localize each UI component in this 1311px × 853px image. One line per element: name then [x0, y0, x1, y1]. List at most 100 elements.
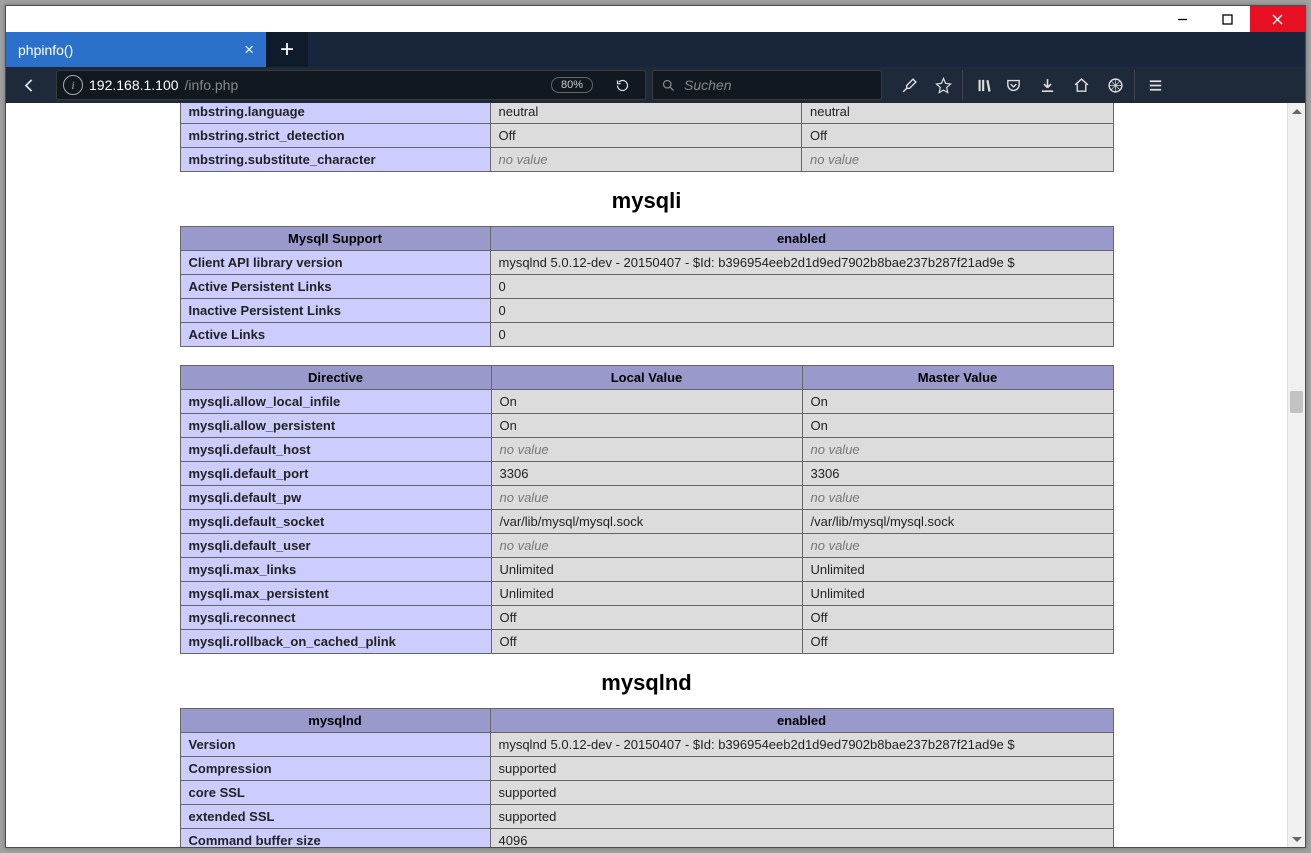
row-value: mysqlnd 5.0.12-dev - 20150407 - $Id: b39… — [490, 733, 1113, 757]
row-value: 0 — [490, 275, 1113, 299]
back-button[interactable] — [12, 70, 46, 100]
row-value: 4096 — [490, 829, 1113, 848]
table-row: mysqli.max_persistentUnlimitedUnlimited — [180, 582, 1113, 606]
directive-name: mysqli.rollback_on_cached_plink — [180, 630, 491, 654]
directive-name: mysqli.allow_local_infile — [180, 390, 491, 414]
close-button[interactable] — [1250, 6, 1305, 32]
local-value: neutral — [490, 103, 802, 124]
table-row: core SSLsupported — [180, 781, 1113, 805]
master-value: Off — [802, 124, 1114, 148]
search-bar[interactable]: Suchen — [652, 70, 882, 100]
row-value: mysqlnd 5.0.12-dev - 20150407 - $Id: b39… — [490, 251, 1113, 275]
new-tab-button[interactable]: + — [266, 32, 308, 67]
master-value: On — [802, 390, 1113, 414]
addon-icon[interactable] — [1098, 70, 1132, 100]
row-name: core SSL — [180, 781, 490, 805]
master-value: no value — [802, 438, 1113, 462]
directive-name: mysqli.allow_persistent — [180, 414, 491, 438]
table-row: mysqli.allow_persistentOnOn — [180, 414, 1113, 438]
browser-tab[interactable]: phpinfo() × — [6, 32, 266, 67]
tab-close-icon[interactable]: × — [244, 41, 254, 58]
scroll-thumb[interactable] — [1290, 391, 1303, 413]
tab-title: phpinfo() — [18, 42, 236, 58]
tab-strip: phpinfo() × + — [6, 32, 1305, 67]
row-value: 0 — [490, 323, 1113, 347]
row-value: supported — [490, 781, 1113, 805]
table-row: mbstring.languageneutralneutral — [180, 103, 1113, 124]
directive-name: mysqli.default_host — [180, 438, 491, 462]
master-value: 3306 — [802, 462, 1113, 486]
master-value: no value — [802, 486, 1113, 510]
library-icon[interactable] — [962, 70, 996, 100]
row-value: 0 — [490, 299, 1113, 323]
row-name: Version — [180, 733, 490, 757]
table-row: mysqli.rollback_on_cached_plinkOffOff — [180, 630, 1113, 654]
table-row: mbstring.substitute_characterno valueno … — [180, 148, 1113, 172]
table-row: Client API library versionmysqlnd 5.0.12… — [180, 251, 1113, 275]
mysqli-directive-table: Directive Local Value Master Value mysql… — [180, 365, 1114, 654]
row-name: Active Persistent Links — [180, 275, 490, 299]
master-value: neutral — [802, 103, 1114, 124]
directive-name: mbstring.strict_detection — [180, 124, 490, 148]
local-value: Off — [491, 630, 802, 654]
local-value: no value — [491, 486, 802, 510]
mysqlnd-support-table: mysqlnd enabled Versionmysqlnd 5.0.12-de… — [180, 708, 1114, 847]
master-value: Unlimited — [802, 582, 1113, 606]
row-name: Active Links — [180, 323, 490, 347]
url-host: 192.168.1.100 — [89, 77, 179, 93]
local-value: Unlimited — [491, 558, 802, 582]
section-heading-mysqli: mysqli — [180, 188, 1114, 214]
table-row: Command buffer size4096 — [180, 829, 1113, 848]
bookmark-star-icon[interactable] — [926, 70, 960, 100]
downloads-icon[interactable] — [1030, 70, 1064, 100]
master-value: Off — [802, 606, 1113, 630]
table-row: mysqli.default_hostno valueno value — [180, 438, 1113, 462]
directive-name: mysqli.default_pw — [180, 486, 491, 510]
master-value: /var/lib/mysql/mysql.sock — [802, 510, 1113, 534]
local-value: Off — [490, 124, 802, 148]
directive-name: mysqli.default_socket — [180, 510, 491, 534]
menu-icon[interactable] — [1134, 70, 1168, 100]
zoom-indicator[interactable]: 80% — [551, 77, 593, 93]
toolbar-right — [892, 70, 1168, 100]
master-value: Off — [802, 630, 1113, 654]
window-controls — [6, 6, 1305, 32]
directive-name: mysqli.max_links — [180, 558, 491, 582]
local-value: Unlimited — [491, 582, 802, 606]
th-nd-enabled: enabled — [490, 709, 1113, 733]
site-info-icon[interactable]: i — [63, 75, 83, 95]
master-value: no value — [802, 148, 1114, 172]
mysqli-support-table: MysqlI Support enabled Client API librar… — [180, 226, 1114, 347]
devtools-icon[interactable] — [892, 70, 926, 100]
table-row: Versionmysqlnd 5.0.12-dev - 20150407 - $… — [180, 733, 1113, 757]
mbstring-table-tail: mbstring.languageneutralneutralmbstring.… — [180, 103, 1114, 172]
master-value: Unlimited — [802, 558, 1113, 582]
master-value: On — [802, 414, 1113, 438]
section-heading-mysqlnd: mysqlnd — [180, 670, 1114, 696]
vertical-scrollbar[interactable] — [1287, 103, 1305, 847]
scroll-down-icon[interactable] — [1288, 831, 1305, 847]
table-row: mysqli.reconnectOffOff — [180, 606, 1113, 630]
local-value: On — [491, 390, 802, 414]
th-enabled: enabled — [490, 227, 1113, 251]
url-bar[interactable]: i 192.168.1.100/info.php 80% — [56, 70, 646, 100]
table-row: mysqli.allow_local_infileOnOn — [180, 390, 1113, 414]
row-value: supported — [490, 805, 1113, 829]
minimize-button[interactable] — [1160, 6, 1205, 32]
reload-button[interactable] — [605, 70, 639, 100]
maximize-button[interactable] — [1205, 6, 1250, 32]
home-icon[interactable] — [1064, 70, 1098, 100]
th-local-value: Local Value — [491, 366, 802, 390]
th-mysqlnd: mysqlnd — [180, 709, 490, 733]
page-content: mbstring.languageneutralneutralmbstring.… — [6, 103, 1287, 847]
scroll-up-icon[interactable] — [1288, 103, 1305, 119]
local-value: no value — [491, 534, 802, 558]
table-row: Inactive Persistent Links0 — [180, 299, 1113, 323]
table-row: mysqli.default_port33063306 — [180, 462, 1113, 486]
table-row: Compressionsupported — [180, 757, 1113, 781]
pocket-icon[interactable] — [996, 70, 1030, 100]
table-row: extended SSLsupported — [180, 805, 1113, 829]
row-name: Client API library version — [180, 251, 490, 275]
row-name: Command buffer size — [180, 829, 490, 848]
row-value: supported — [490, 757, 1113, 781]
